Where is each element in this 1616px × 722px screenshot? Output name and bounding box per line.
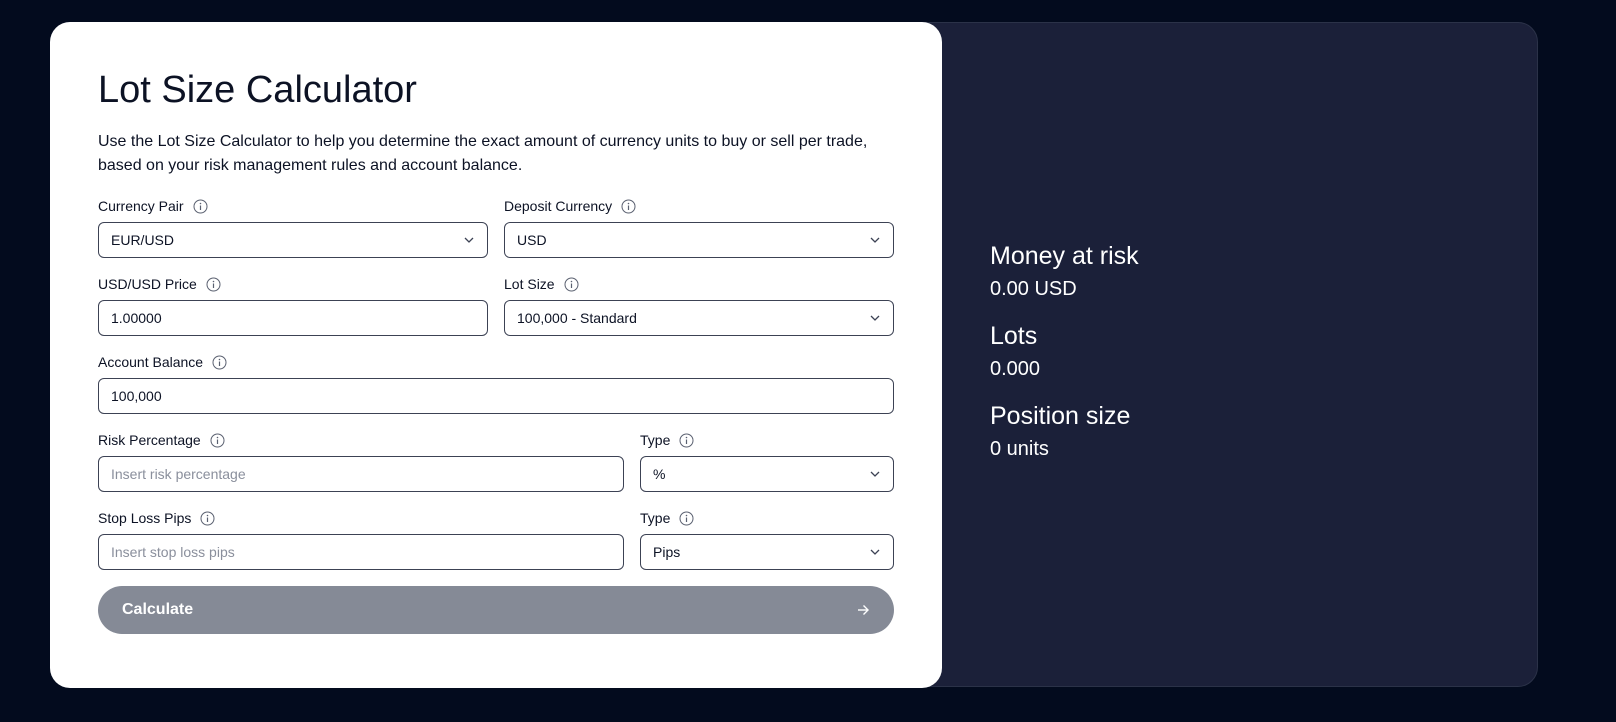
money-at-risk-value: 0.00 USD (990, 278, 1077, 300)
page-description: Use the Lot Size Calculator to help you … (98, 133, 868, 174)
chevron-down-icon (463, 234, 475, 246)
stop-type-label: Type (640, 510, 671, 526)
stop-loss-label: Stop Loss Pips (98, 510, 192, 526)
lot-size-select[interactable]: 100,000 - Standard (504, 300, 894, 336)
price-label: USD/USD Price (98, 276, 197, 292)
info-icon[interactable] (212, 355, 227, 370)
info-icon[interactable] (564, 277, 579, 292)
risk-percentage-input[interactable]: Insert risk percentage (98, 456, 624, 492)
currency-pair-select[interactable]: EUR/USD (98, 222, 488, 258)
stop-loss-input[interactable]: Insert stop loss pips (98, 534, 624, 570)
chevron-down-icon (869, 234, 881, 246)
info-icon[interactable] (200, 511, 215, 526)
risk-type-select[interactable]: % (640, 456, 894, 492)
chevron-down-icon (869, 546, 881, 558)
info-icon[interactable] (679, 511, 694, 526)
money-at-risk-label: Money at risk (990, 242, 1139, 270)
risk-type-value: % (653, 466, 666, 482)
currency-pair-label: Currency Pair (98, 198, 184, 214)
deposit-currency-label: Deposit Currency (504, 198, 613, 214)
stop-type-value: Pips (653, 544, 681, 560)
risk-type-label: Type (640, 432, 671, 448)
arrow-right-icon (856, 603, 870, 617)
stop-loss-placeholder: Insert stop loss pips (111, 544, 235, 560)
calculator-card: Lot Size Calculator Use the Lot Size Cal… (50, 22, 942, 688)
chevron-down-icon (869, 468, 881, 480)
results-list: Money at risk 0.00 USD Lots 0.000 Positi… (990, 240, 1139, 480)
risk-percentage-placeholder: Insert risk percentage (111, 466, 246, 482)
price-input[interactable]: 1.00000 (98, 300, 488, 336)
deposit-currency-select[interactable]: USD (504, 222, 894, 258)
deposit-currency-value: USD (517, 232, 547, 248)
lot-size-value: 100,000 - Standard (517, 310, 637, 326)
account-balance-value: 100,000 (111, 388, 162, 404)
risk-percentage-label: Risk Percentage (98, 432, 201, 448)
lots-label: Lots (990, 322, 1038, 350)
info-icon[interactable] (679, 433, 694, 448)
info-icon[interactable] (621, 199, 636, 214)
info-icon[interactable] (193, 199, 208, 214)
calculate-button[interactable]: Calculate (98, 586, 894, 634)
info-icon[interactable] (210, 433, 225, 448)
calculate-label: Calculate (122, 601, 194, 618)
info-icon[interactable] (206, 277, 221, 292)
stop-type-select[interactable]: Pips (640, 534, 894, 570)
account-balance-label: Account Balance (98, 354, 204, 370)
price-value: 1.00000 (111, 310, 162, 326)
lot-size-label: Lot Size (504, 276, 555, 292)
currency-pair-value: EUR/USD (111, 232, 175, 248)
position-size-value: 0 units (990, 438, 1049, 460)
chevron-down-icon (869, 312, 881, 324)
account-balance-input[interactable]: 100,000 (98, 378, 894, 414)
position-size-label: Position size (990, 402, 1131, 430)
lots-value: 0.000 (990, 358, 1041, 380)
page-title: Lot Size Calculator (98, 69, 417, 111)
